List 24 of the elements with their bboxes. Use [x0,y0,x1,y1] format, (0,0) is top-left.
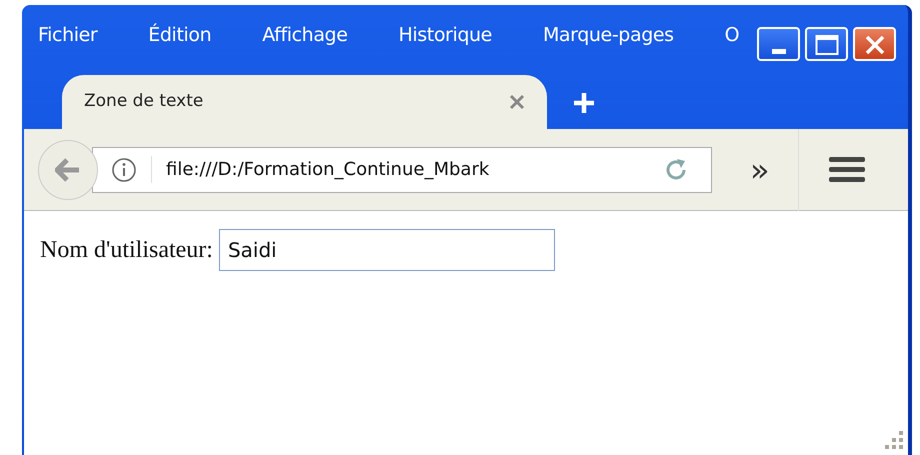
new-tab-icon[interactable] [572,91,596,115]
menu-item[interactable]: Affichage [262,21,348,47]
minimize-button[interactable] [757,27,800,61]
menu-item[interactable]: Édition [148,21,212,47]
overflow-chevron[interactable]: » [750,154,790,186]
close-tab-icon[interactable] [509,94,525,110]
close-icon [864,34,886,56]
back-arrow-icon [55,158,81,182]
menu-item[interactable]: O [724,21,740,47]
url-text: file:///D:/Formation_Continue_Mbark [151,156,641,183]
minimize-icon [772,48,786,55]
address-bar[interactable]: file:///D:/Formation_Continue_Mbark [92,146,712,192]
maximize-icon [814,34,838,56]
username-field[interactable]: Saidi [218,229,555,271]
close-button[interactable] [853,27,896,61]
menu-icon[interactable] [829,156,865,182]
field-label: Nom d'utilisateur: [40,236,213,265]
maximize-button[interactable] [805,27,848,61]
menu-item[interactable]: Historique [398,21,492,47]
resize-grip-icon[interactable] [882,429,904,451]
browser-tab[interactable]: Zone de texte [62,75,547,129]
menu-item[interactable]: Marque-pages [542,21,674,47]
info-icon[interactable] [111,156,137,182]
menu-item[interactable]: Fichier [38,21,98,47]
